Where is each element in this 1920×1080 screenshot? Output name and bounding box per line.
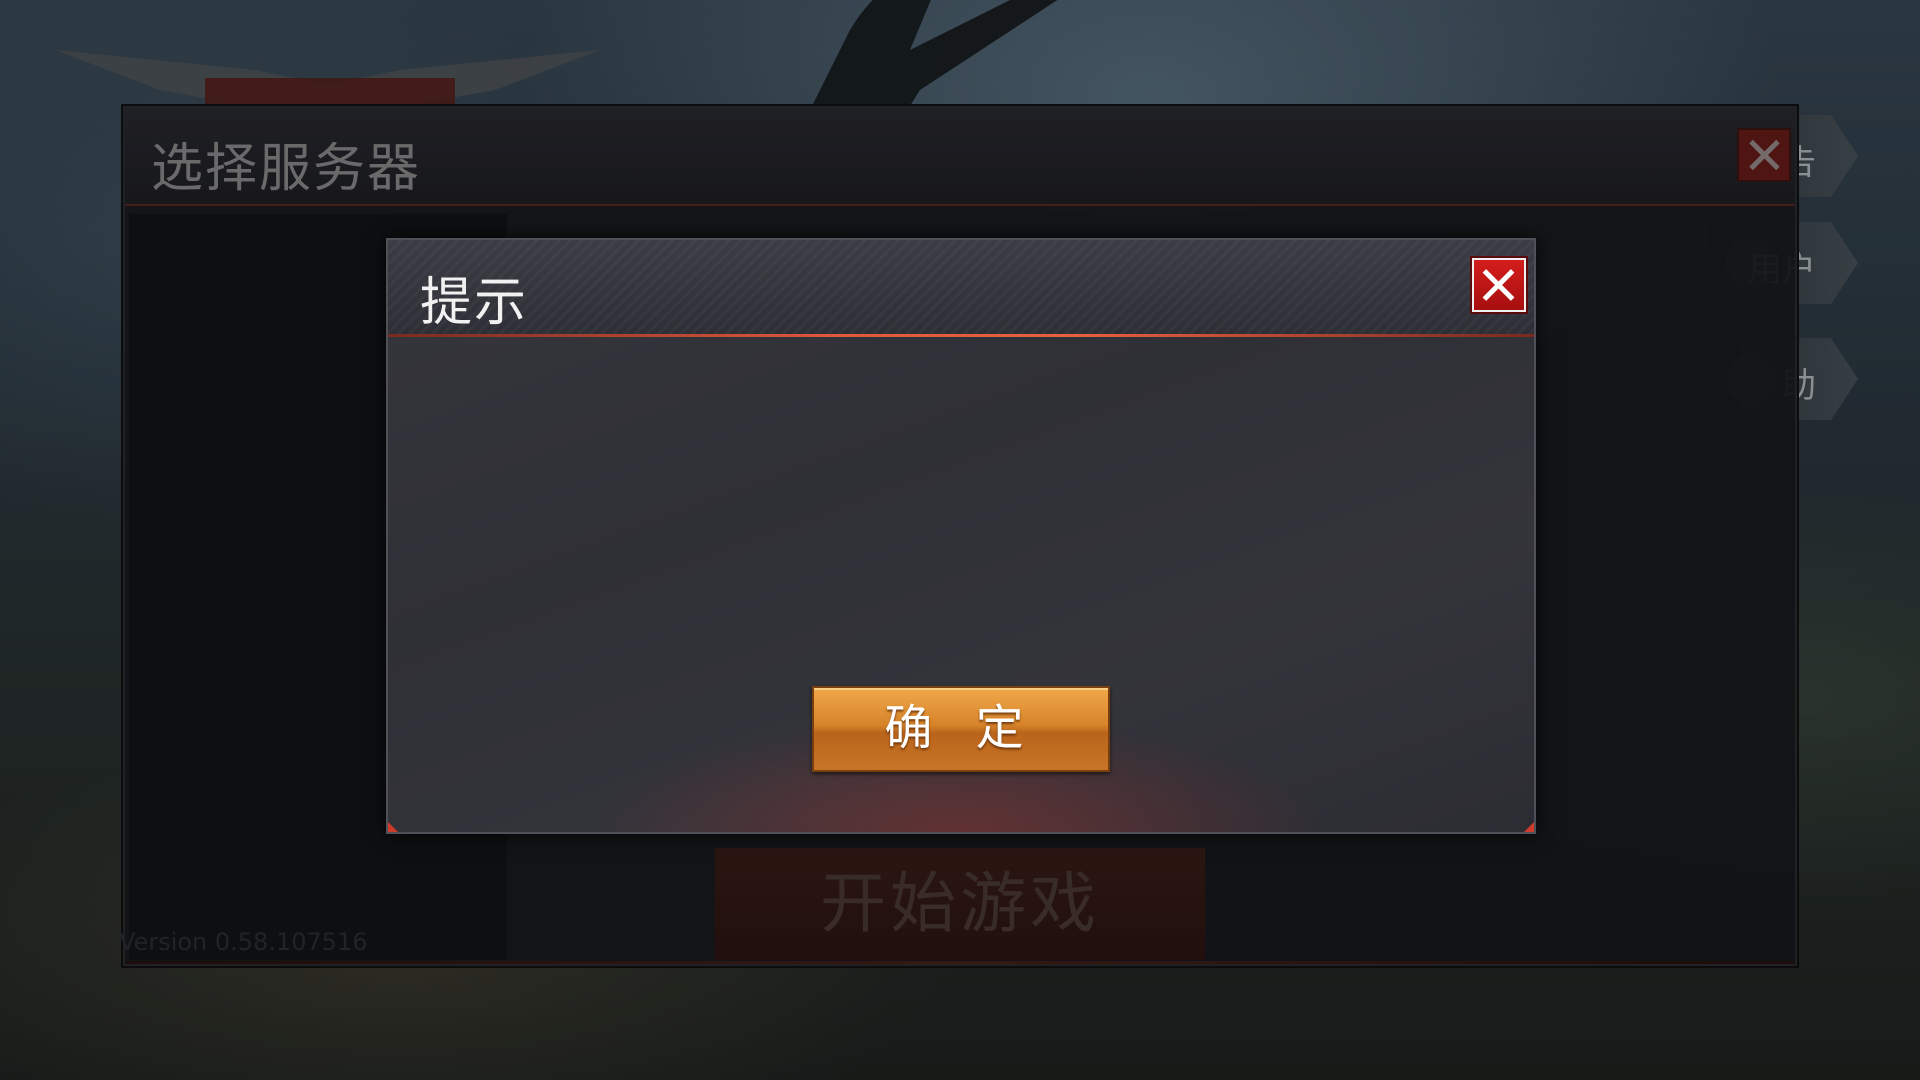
corner-decoration [388, 822, 398, 832]
dialog-header-divider [388, 334, 1534, 337]
game-background: 告 用户 助 选择服务器 开始游戏 Version 0.58.107516 提示… [0, 0, 1920, 1080]
dialog-message [428, 370, 1494, 670]
dialog-close-button[interactable] [1472, 258, 1526, 312]
confirm-button[interactable]: 确 定 [812, 686, 1110, 772]
prompt-dialog: 提示 确 定 [386, 238, 1536, 834]
dialog-header: 提示 [388, 240, 1534, 334]
corner-decoration [1524, 822, 1534, 832]
dialog-title: 提示 [420, 273, 529, 333]
